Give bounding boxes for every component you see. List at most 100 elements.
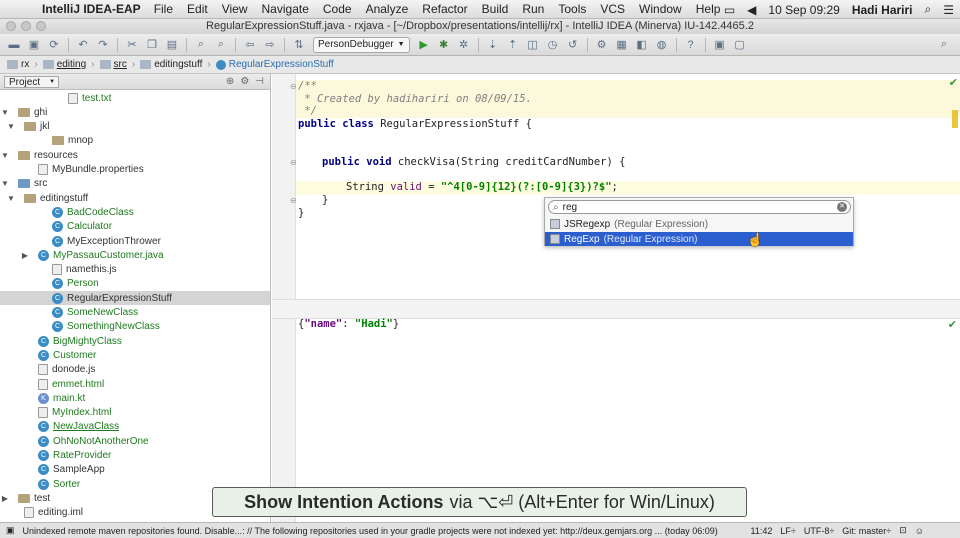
caret-position[interactable]: 11:42 xyxy=(751,526,773,536)
scroll-from-source-icon[interactable]: ⊕ xyxy=(226,76,234,87)
menu-build[interactable]: Build xyxy=(482,2,509,16)
status-message[interactable]: Unindexed remote maven repositories foun… xyxy=(23,526,743,536)
tree-item[interactable]: ▼ jkl xyxy=(0,120,270,134)
tree-item[interactable]: C MyExceptionThrower xyxy=(0,234,270,248)
collapse-arrow-icon[interactable]: ▼ xyxy=(6,194,16,203)
tree-item[interactable]: C SomeNewClass xyxy=(0,306,270,320)
menu-tools[interactable]: Tools xyxy=(558,2,586,16)
analysis-ok-icon[interactable]: ✔ xyxy=(949,76,958,89)
menu-window[interactable]: Window xyxy=(639,2,682,16)
inspector-icon[interactable]: ☺ xyxy=(915,526,924,536)
tree-item[interactable]: ▼ editingstuff xyxy=(0,191,270,205)
fold-marker-icon[interactable]: ⊖ xyxy=(290,196,297,205)
forward-icon[interactable]: ⇨ xyxy=(262,37,278,53)
search-everywhere-icon[interactable]: ⌕ xyxy=(936,37,952,53)
breadcrumb-rx[interactable]: rx xyxy=(4,58,32,72)
volume-icon[interactable]: ◀ xyxy=(747,3,756,17)
popup-item-regexp[interactable]: RegExp (Regular Expression) xyxy=(545,232,853,246)
expand-arrow-icon[interactable]: ▶ xyxy=(20,251,30,260)
breadcrumb-src[interactable]: src xyxy=(97,58,130,72)
line-separator[interactable]: LF÷ xyxy=(780,526,795,536)
tree-item[interactable]: MyBundle.properties xyxy=(0,163,270,177)
breadcrumb-editing[interactable]: editing xyxy=(40,58,89,72)
collapse-arrow-icon[interactable]: ▼ xyxy=(0,179,10,188)
tree-item[interactable]: ▼ src xyxy=(0,177,270,191)
menu-refactor[interactable]: Refactor xyxy=(422,2,467,16)
tree-item[interactable]: C OhNoNotAnotherOne xyxy=(0,434,270,448)
vcs-update-icon[interactable]: ⇣ xyxy=(485,37,501,53)
hide-panel-icon[interactable]: ⊣ xyxy=(255,76,264,87)
tree-item[interactable]: test.txt xyxy=(0,91,270,105)
warning-stripe[interactable] xyxy=(952,110,958,128)
vcs-revert-icon[interactable]: ↺ xyxy=(565,37,581,53)
vcs-history-icon[interactable]: ◷ xyxy=(545,37,561,53)
gear-icon[interactable]: ⚙ xyxy=(240,76,249,87)
tool-windows-icon[interactable]: ▣ xyxy=(6,525,15,536)
menu-vcs[interactable]: VCS xyxy=(600,2,625,16)
menu-code[interactable]: Code xyxy=(323,2,352,16)
run-config-select[interactable]: PersonDebugger ▼ xyxy=(313,36,410,53)
menubar-user[interactable]: Hadi Hariri xyxy=(852,3,913,17)
tree-item[interactable]: namethis.js xyxy=(0,263,270,277)
find-icon[interactable]: ⌕ xyxy=(193,37,209,53)
menu-navigate[interactable]: Navigate xyxy=(262,2,309,16)
git-branch[interactable]: Git: master÷ xyxy=(842,526,891,536)
sdk-icon[interactable]: ◧ xyxy=(634,37,650,53)
tree-item[interactable]: ▼ ghi xyxy=(0,105,270,119)
open-icon[interactable]: ▬ xyxy=(6,37,22,53)
popup-item-jsregexp[interactable]: JSRegexp (Regular Expression) xyxy=(545,217,853,231)
tree-item[interactable]: donode.js xyxy=(0,363,270,377)
cut-icon[interactable]: ✂ xyxy=(124,37,140,53)
minimize-window-button[interactable] xyxy=(21,21,31,31)
fullscreen-icon[interactable]: ▢ xyxy=(732,37,748,53)
tree-item[interactable]: emmet.html xyxy=(0,377,270,391)
notification-icon[interactable]: ☰ xyxy=(943,3,954,17)
run-icon[interactable]: ▶ xyxy=(416,37,432,53)
android-icon[interactable]: ◍ xyxy=(654,37,670,53)
collapse-arrow-icon[interactable]: ▼ xyxy=(0,108,10,117)
presentation-icon[interactable]: ▣ xyxy=(712,37,728,53)
app-name-menu[interactable]: IntelliJ IDEA-EAP xyxy=(42,2,141,16)
settings-icon[interactable]: ⚙ xyxy=(594,37,610,53)
menu-run[interactable]: Run xyxy=(522,2,544,16)
tree-item[interactable]: C BigMightyClass xyxy=(0,334,270,348)
tree-item[interactable]: C Calculator xyxy=(0,220,270,234)
sync-icon[interactable]: ⟳ xyxy=(46,37,62,53)
tree-item[interactable]: C RegularExpressionStuff xyxy=(0,291,270,306)
tree-item[interactable]: C BadCodeClass xyxy=(0,205,270,219)
code-editor[interactable]: ⊖ ⊖ ⊖ /** * Created by hadihariri on 08/… xyxy=(272,74,960,522)
vcs-compare-icon[interactable]: ◫ xyxy=(525,37,541,53)
make-icon[interactable]: ⇅ xyxy=(291,37,307,53)
zoom-window-button[interactable] xyxy=(36,21,46,31)
language-search-input[interactable]: ⌕ reg ✕ xyxy=(548,200,851,214)
tree-item[interactable]: C RateProvider xyxy=(0,449,270,463)
lock-icon[interactable]: ⊡ xyxy=(899,525,907,536)
tree-item[interactable]: C SomethingNewClass xyxy=(0,320,270,334)
tree-item[interactable]: ▼ resources xyxy=(0,148,270,162)
tree-item[interactable]: MyIndex.html xyxy=(0,406,270,420)
menu-help[interactable]: Help xyxy=(696,2,721,16)
paste-icon[interactable]: ▤ xyxy=(164,37,180,53)
tree-item[interactable]: mnop xyxy=(0,134,270,148)
back-icon[interactable]: ⇦ xyxy=(242,37,258,53)
expand-arrow-icon[interactable]: ▶ xyxy=(0,494,10,503)
collapse-arrow-icon[interactable]: ▼ xyxy=(6,122,16,131)
replace-icon[interactable]: ⌕ xyxy=(213,37,229,53)
tree-item[interactable]: C Customer xyxy=(0,348,270,362)
tree-item[interactable]: C Person xyxy=(0,277,270,291)
file-encoding[interactable]: UTF-8÷ xyxy=(804,526,834,536)
redo-icon[interactable]: ↷ xyxy=(95,37,111,53)
save-icon[interactable]: ▣ xyxy=(26,37,42,53)
tree-item[interactable]: C NewJavaClass xyxy=(0,420,270,434)
help-icon[interactable]: ? xyxy=(683,37,699,53)
menu-file[interactable]: File xyxy=(154,2,173,16)
vcs-commit-icon[interactable]: ⇡ xyxy=(505,37,521,53)
menu-edit[interactable]: Edit xyxy=(187,2,208,16)
tree-item[interactable]: Kmain.kt xyxy=(0,391,270,405)
json-fragment-line[interactable]: {"name": "Hadi"} xyxy=(298,318,399,331)
battery-icon[interactable]: ▭ xyxy=(724,3,735,17)
fold-marker-icon[interactable]: ⊖ xyxy=(290,158,297,167)
menubar-clock[interactable]: 10 Sep 09:29 xyxy=(768,3,839,17)
breadcrumb-class[interactable]: RegularExpressionStuff xyxy=(213,58,337,72)
tree-item[interactable]: ▶ C MyPassauCustomer.java xyxy=(0,248,270,262)
